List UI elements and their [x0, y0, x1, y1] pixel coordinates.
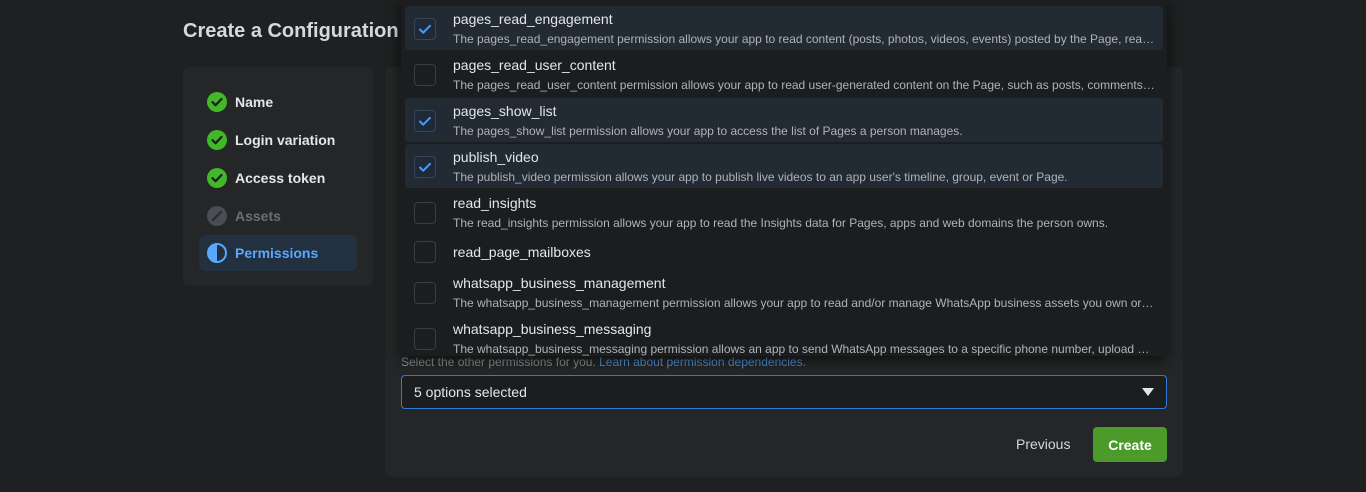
step-label: Name	[235, 94, 274, 110]
option-description: The whatsapp_business_management permiss…	[453, 296, 1155, 310]
step-label: Permissions	[235, 245, 319, 261]
option-title: pages_read_user_content	[453, 57, 616, 73]
checkbox[interactable]	[414, 156, 436, 178]
option-description: The whatsapp_business_messaging permissi…	[453, 342, 1155, 356]
check-circle-icon	[207, 130, 227, 150]
step-label: Access token	[235, 170, 326, 186]
permission-dependencies-link[interactable]: Learn about permission dependencies.	[599, 355, 806, 369]
option-pages-read-user-content[interactable]: pages_read_user_content The pages_read_u…	[405, 52, 1163, 96]
create-button[interactable]: Create	[1093, 427, 1167, 462]
step-permissions[interactable]: Permissions	[199, 235, 357, 271]
caret-down-icon	[1142, 388, 1154, 396]
option-description: The pages_read_engagement permission all…	[453, 32, 1155, 46]
permissions-dropdown: pages_read_engagement The pages_read_eng…	[401, 0, 1167, 356]
checkbox[interactable]	[414, 64, 436, 86]
option-title: whatsapp_business_messaging	[453, 321, 652, 337]
select-value: 5 options selected	[414, 384, 527, 400]
option-pages-read-engagement[interactable]: pages_read_engagement The pages_read_eng…	[405, 6, 1163, 50]
step-assets: Assets	[183, 197, 373, 235]
option-title: publish_video	[453, 149, 539, 165]
permissions-helper-text: Select the other permissions for you. Le…	[401, 355, 806, 369]
checkbox[interactable]	[414, 282, 436, 304]
check-circle-icon	[207, 168, 227, 188]
check-circle-icon	[207, 92, 227, 112]
step-name[interactable]: Name	[183, 83, 373, 121]
checkbox[interactable]	[414, 328, 436, 350]
option-title: read_page_mailboxes	[453, 244, 591, 260]
checkbox[interactable]	[414, 241, 436, 263]
option-whatsapp-business-management[interactable]: whatsapp_business_management The whatsap…	[405, 270, 1163, 314]
helper-text: Select the other permissions for you.	[401, 355, 596, 369]
option-description: The publish_video permission allows your…	[453, 170, 1068, 184]
checkbox[interactable]	[414, 202, 436, 224]
option-title: whatsapp_business_management	[453, 275, 666, 291]
permissions-select[interactable]: 5 options selected	[401, 375, 1167, 409]
check-icon	[419, 116, 431, 126]
step-label: Login variation	[235, 132, 336, 148]
disabled-circle-icon	[207, 206, 227, 226]
steps-sidebar: Name Login variation Access token Assets…	[183, 67, 373, 286]
previous-button[interactable]: Previous	[1002, 427, 1084, 461]
option-read-page-mailboxes[interactable]: read_page_mailboxes	[405, 237, 1163, 269]
option-publish-video[interactable]: publish_video The publish_video permissi…	[405, 144, 1163, 188]
step-login-variation[interactable]: Login variation	[183, 121, 373, 159]
option-description: The pages_read_user_content permission a…	[453, 78, 1155, 92]
option-whatsapp-business-messaging[interactable]: whatsapp_business_messaging The whatsapp…	[405, 316, 1163, 356]
step-label: Assets	[235, 208, 281, 224]
check-icon	[419, 24, 431, 34]
page-title: Create a Configuration	[183, 20, 399, 42]
step-access-token[interactable]: Access token	[183, 159, 373, 197]
option-description: The read_insights permission allows your…	[453, 216, 1109, 230]
option-description: The pages_show_list permission allows yo…	[453, 124, 963, 138]
option-title: pages_read_engagement	[453, 11, 613, 27]
checkbox[interactable]	[414, 18, 436, 40]
option-read-insights[interactable]: read_insights The read_insights permissi…	[405, 190, 1163, 234]
option-title: read_insights	[453, 195, 537, 211]
option-pages-show-list[interactable]: pages_show_list The pages_show_list perm…	[405, 98, 1163, 142]
option-title: pages_show_list	[453, 103, 557, 119]
half-circle-icon	[207, 243, 227, 263]
check-icon	[419, 162, 431, 172]
checkbox[interactable]	[414, 110, 436, 132]
